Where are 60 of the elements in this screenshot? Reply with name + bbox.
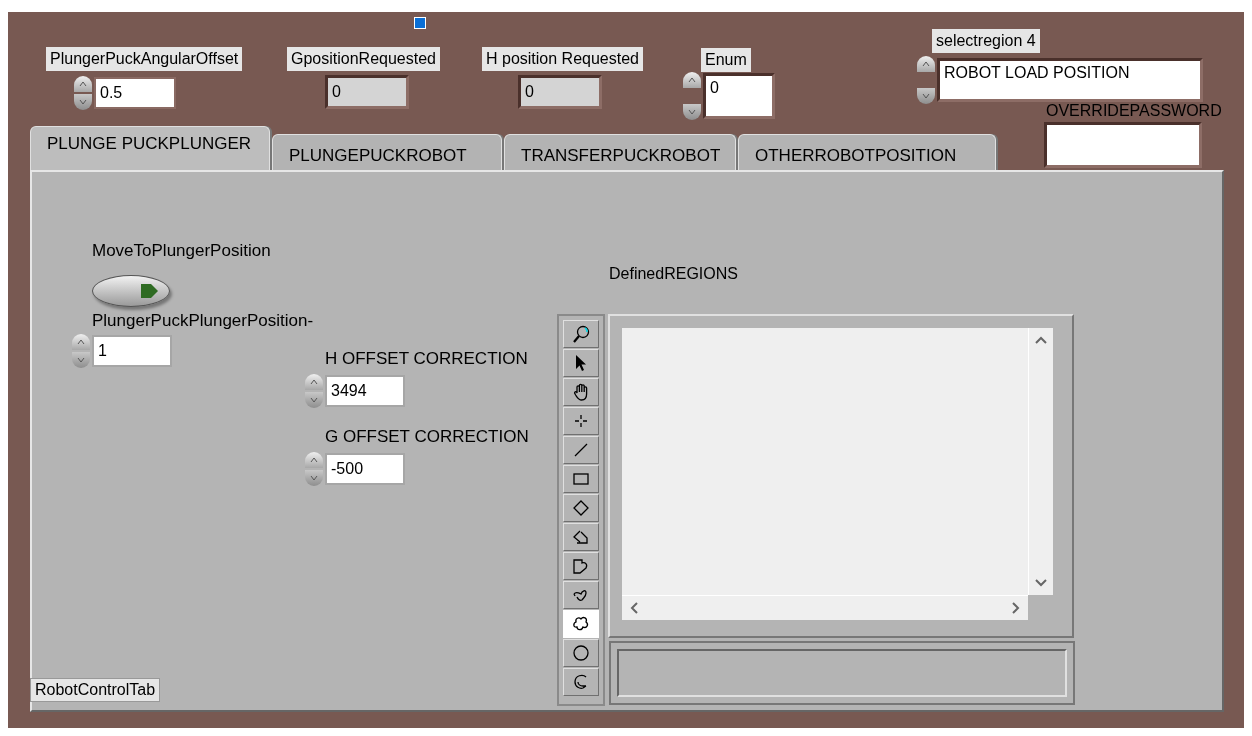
tab[interactable]: PLUNGE PUCKPLUNGER (30, 126, 270, 172)
oval-tool-icon (571, 643, 591, 663)
decrement-button[interactable] (917, 88, 935, 104)
tool-button[interactable] (563, 407, 599, 435)
vertical-scrollbar[interactable] (1028, 328, 1053, 595)
numeric-indicator: 0 (328, 78, 406, 106)
tool-button[interactable] (563, 465, 599, 493)
numeric-indicator: 0 (521, 78, 599, 106)
tool-button[interactable] (563, 378, 599, 406)
decrement-button[interactable] (305, 470, 323, 486)
tool-button[interactable] (563, 494, 599, 522)
tool-button[interactable] (563, 523, 599, 551)
numeric-field[interactable]: -500 (327, 455, 403, 483)
numeric-field[interactable]: 3494 (327, 377, 403, 405)
ring-field[interactable]: ROBOT LOAD POSITION (940, 61, 1200, 99)
tool-button[interactable] (563, 668, 599, 696)
decrement-button[interactable] (74, 94, 92, 110)
scroll-up-icon (1035, 336, 1047, 344)
rotated-rectangle-tool-icon (571, 498, 591, 518)
password-field[interactable] (1047, 125, 1199, 165)
tool-button[interactable] (563, 581, 599, 609)
selection-marker (414, 17, 426, 29)
control-label: PlungerPuckAngularOffset (46, 47, 243, 71)
control-label: selectregion 4 (932, 29, 1040, 53)
control-label: PlungerPuckPlungerPosition- (92, 310, 314, 332)
decrement-button[interactable] (683, 104, 701, 120)
zoom-tool-icon (571, 324, 591, 344)
increment-button[interactable] (72, 334, 90, 350)
tool-button[interactable] (563, 349, 599, 377)
control-label: H position Requested (482, 47, 643, 71)
image-display-label: DefinedREGIONS (609, 264, 738, 284)
tool-button[interactable] (563, 320, 599, 348)
move-button[interactable] (92, 275, 170, 307)
increment-button[interactable] (305, 374, 323, 390)
control-label: GpositionRequested (287, 47, 440, 71)
control-label: Enum (701, 48, 751, 72)
play-light-icon (139, 283, 159, 299)
tab[interactable]: TRANSFERPUCKROBOT (504, 134, 736, 172)
numeric-field[interactable]: 0.5 (96, 79, 174, 107)
control-label: H OFFSET CORRECTION (325, 348, 528, 370)
increment-button[interactable] (683, 72, 701, 88)
tab[interactable]: OTHERROBOTPOSITION (738, 134, 996, 172)
scroll-left-icon (630, 602, 638, 614)
horizontal-scrollbar[interactable] (622, 595, 1028, 620)
increment-button[interactable] (74, 76, 92, 92)
tool-button[interactable] (563, 552, 599, 580)
increment-button[interactable] (305, 452, 323, 468)
control-label: G OFFSET CORRECTION (325, 426, 529, 448)
decrement-button[interactable] (305, 392, 323, 408)
enum-field[interactable]: 0 (706, 76, 772, 116)
decrement-button[interactable] (72, 352, 90, 368)
control-label: OVERRIDEPASSWORD (1046, 101, 1222, 121)
numeric-field[interactable]: 1 (94, 337, 170, 365)
tool-button[interactable] (563, 639, 599, 667)
scroll-right-icon (1012, 602, 1020, 614)
increment-button[interactable] (917, 56, 935, 72)
tab[interactable]: PLUNGEPUCKROBOT (272, 134, 502, 172)
button-label: MoveToPlungerPosition (92, 240, 271, 262)
scroll-down-icon (1035, 579, 1047, 587)
tab-control-label: RobotControlTab (30, 678, 161, 702)
